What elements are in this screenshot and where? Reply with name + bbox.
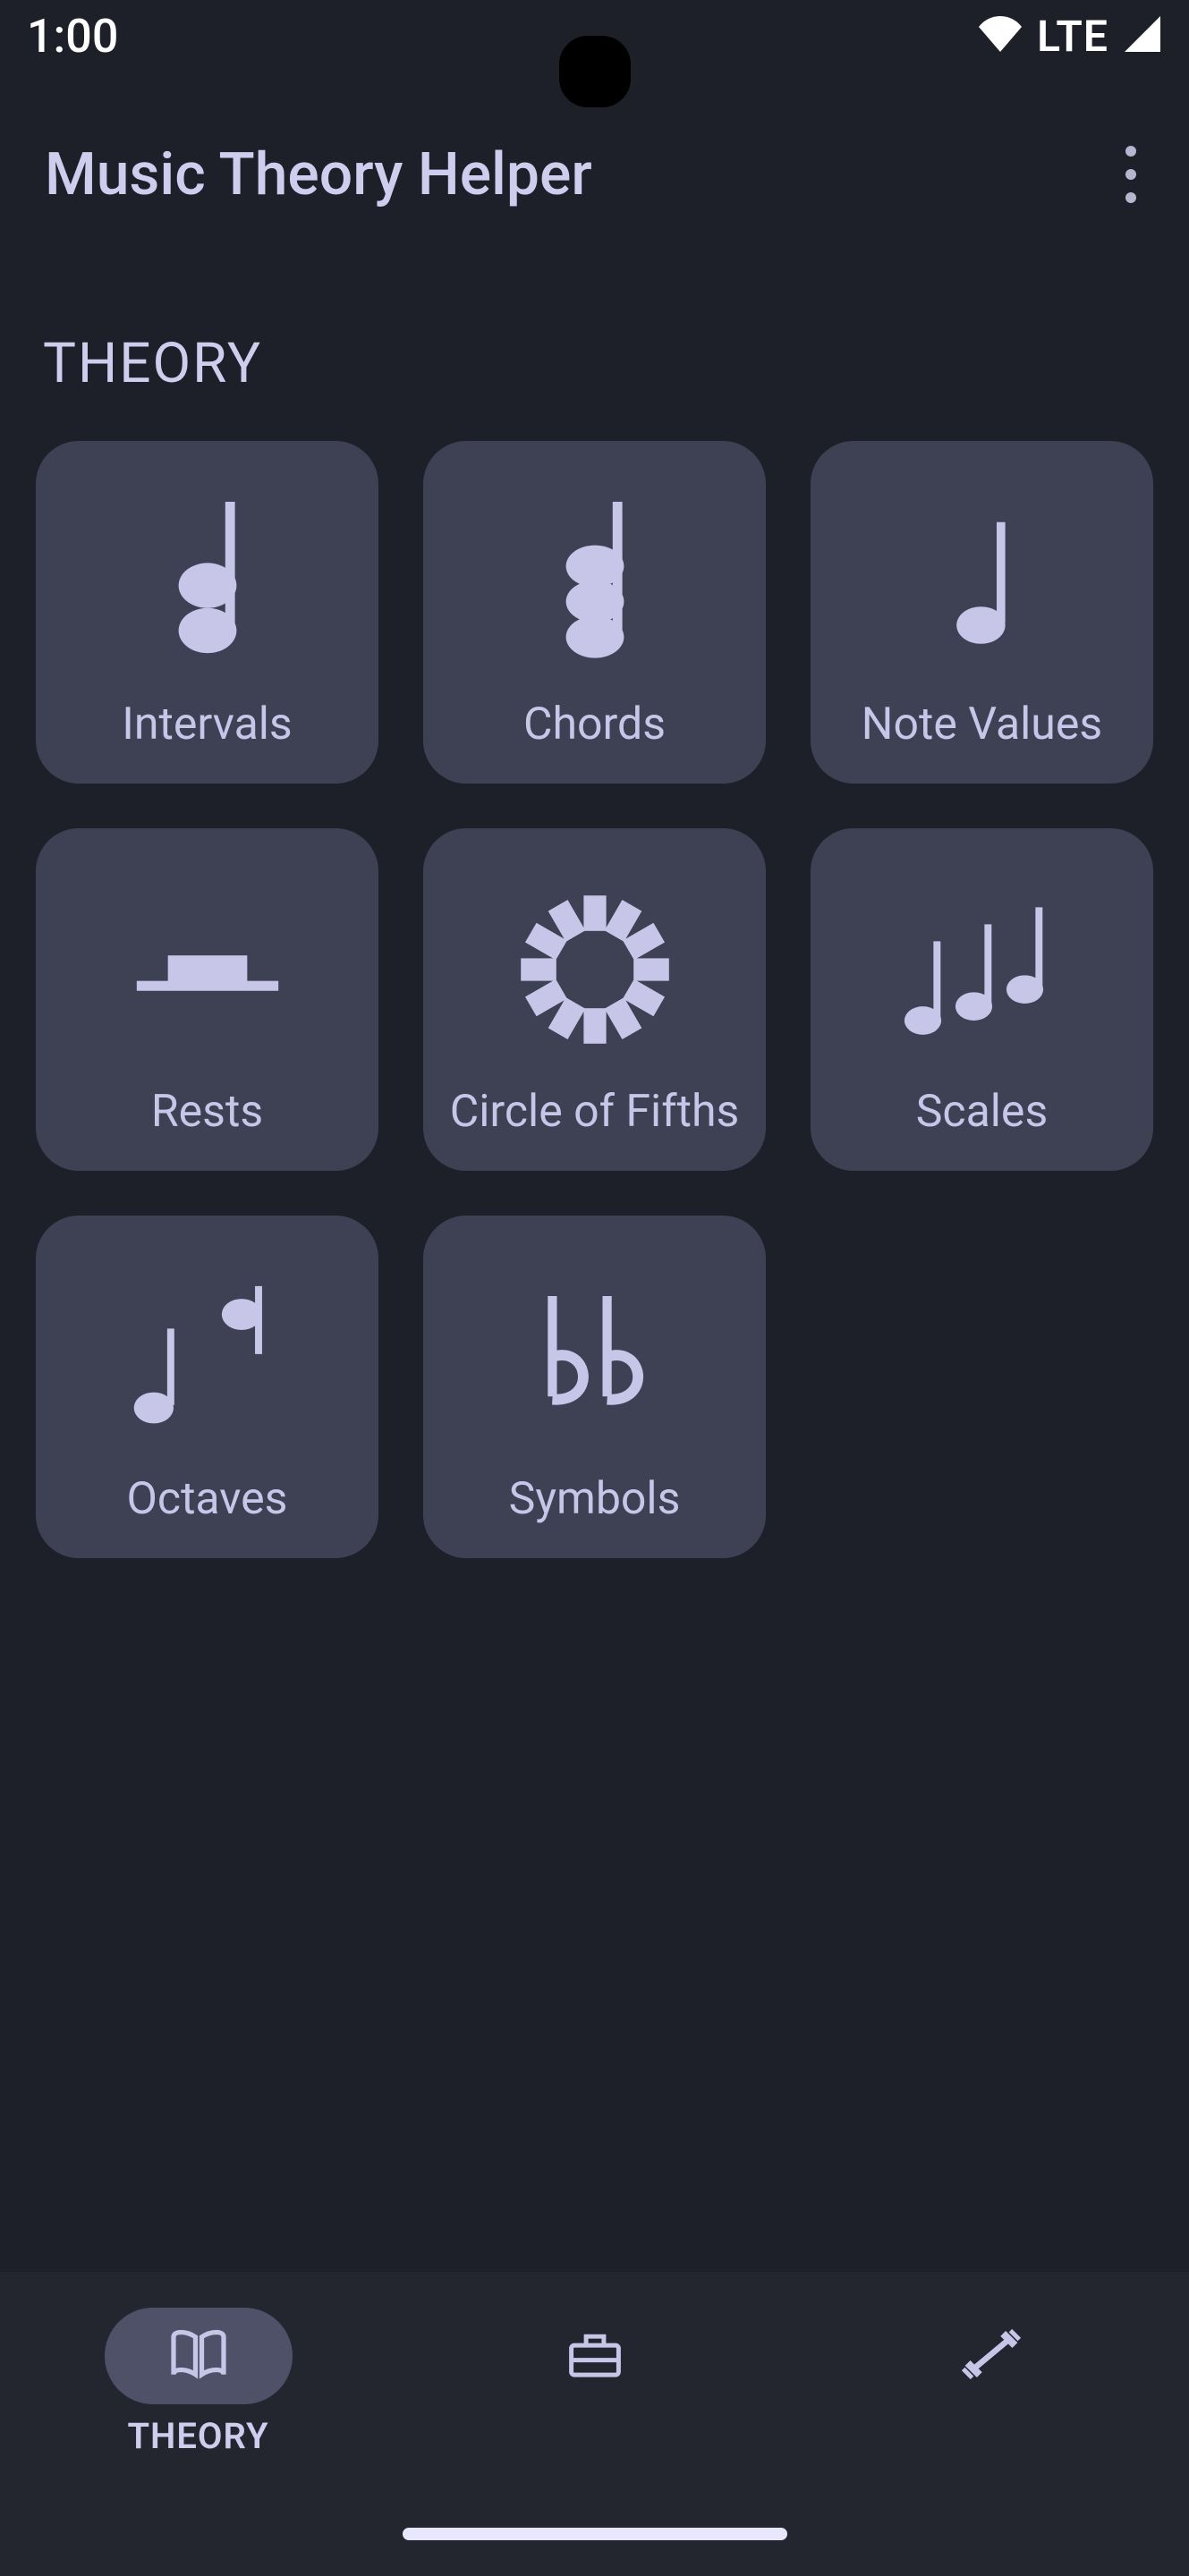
nav-tools[interactable] [396,2308,793,2404]
theory-grid: Intervals Chords Note Values [0,396,1189,1558]
card-label: Circle of Fifths [450,1086,740,1138]
book-icon [167,2326,230,2385]
card-label: Scales [916,1086,1049,1138]
octaves-icon [123,1276,293,1437]
card-rests[interactable]: Rests [36,828,378,1171]
card-circle-of-fifths[interactable]: Circle of Fifths [423,828,766,1171]
card-label: Chords [523,699,666,750]
card-octaves[interactable]: Octaves [36,1216,378,1558]
dumbbell-icon [958,2325,1024,2387]
note-values-icon [897,502,1067,663]
card-chords[interactable]: Chords [423,441,766,784]
wifi-icon [978,9,1023,64]
overflow-menu-button[interactable] [1100,134,1162,215]
rests-icon [123,889,293,1050]
card-scales[interactable]: Scales [811,828,1153,1171]
card-intervals[interactable]: Intervals [36,441,378,784]
signal-icon [1123,9,1162,64]
status-time: 1:00 [27,9,118,64]
toolbox-icon [565,2327,624,2385]
nav-practice[interactable] [793,2308,1189,2404]
network-label: LTE [1037,11,1108,62]
nav-theory[interactable]: THEORY [0,2308,396,2457]
card-label: Intervals [122,699,292,750]
status-bar: 1:00 LTE [0,0,1189,98]
card-label: Symbols [509,1473,681,1525]
camera-notch [559,36,631,107]
card-symbols[interactable]: Symbols [423,1216,766,1558]
card-label: Note Values [862,699,1102,750]
gesture-bar [403,2528,787,2540]
app-title: Music Theory Helper [45,140,592,209]
intervals-icon [123,502,293,663]
chords-icon [510,502,680,663]
symbols-icon [510,1276,680,1437]
section-title: THEORY [0,250,1189,396]
card-label: Rests [151,1086,263,1138]
card-note-values[interactable]: Note Values [811,441,1153,784]
nav-label: THEORY [127,2415,268,2457]
app-bar: Music Theory Helper [0,98,1189,250]
scales-icon [897,889,1067,1050]
circle-of-fifths-icon [510,889,680,1050]
card-label: Octaves [127,1473,288,1525]
